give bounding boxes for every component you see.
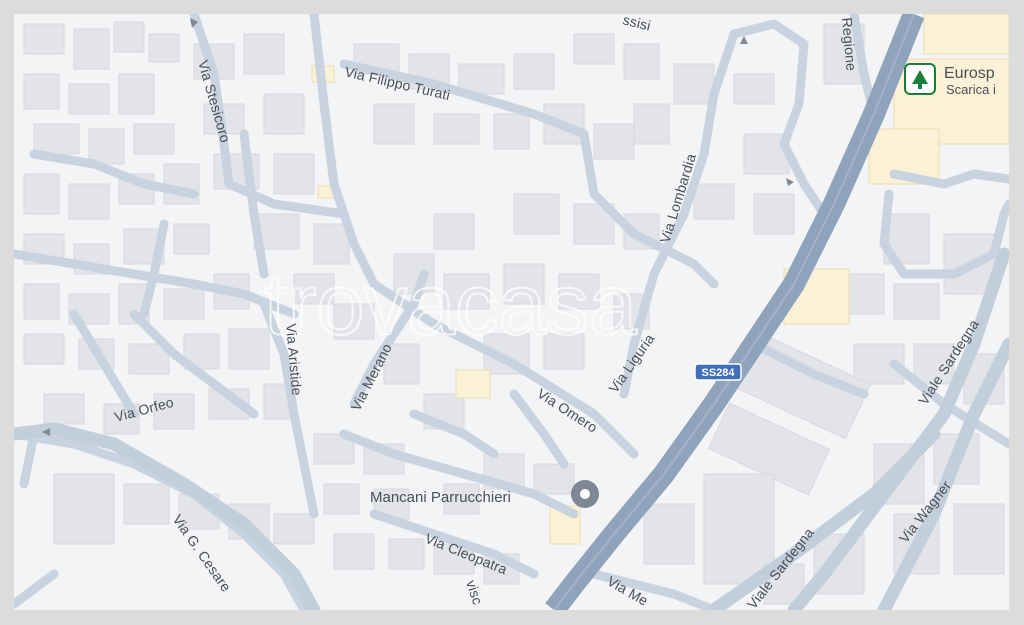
poi-label[interactable]: Mancani Parrucchieri	[370, 489, 511, 506]
supermarket-icon[interactable]	[904, 63, 936, 95]
route-shield-label: SS284	[701, 367, 735, 379]
watermark: trovacasa	[264, 257, 637, 353]
store-name[interactable]: Eurosp	[944, 65, 995, 82]
location-pin-icon[interactable]	[571, 480, 599, 508]
store-subtitle: Scarica i	[946, 82, 996, 97]
poi-store[interactable]: Eurosp Scarica i	[904, 63, 996, 97]
map-canvas[interactable]: trovacasa Via Filippo Turati Via Stesico…	[14, 14, 1009, 610]
map-view[interactable]: trovacasa Via Filippo Turati Via Stesico…	[14, 14, 1009, 610]
route-shield-ss284: SS284	[694, 363, 742, 381]
